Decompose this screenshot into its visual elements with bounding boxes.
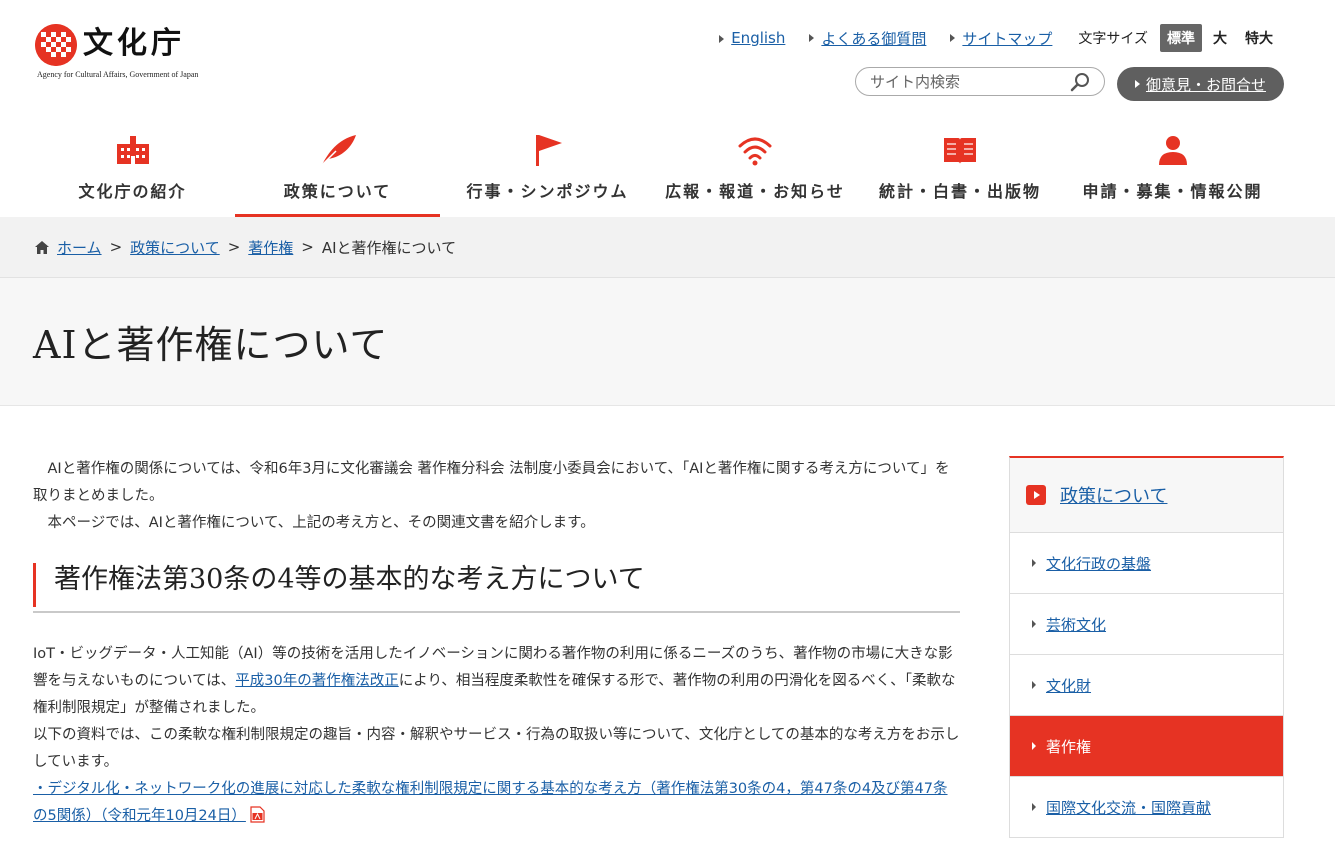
- building-icon: [113, 132, 153, 168]
- font-size-label: 文字サイズ: [1078, 31, 1148, 47]
- home-icon: [35, 240, 49, 254]
- sidebar: 政策について 文化行政の基盤 芸術文化 文化財 著作権 国際文化交流・国際貢献: [1009, 456, 1284, 838]
- page-title: AIと著作権について: [33, 323, 389, 367]
- intro: AIと著作権の関係については、令和6年3月に文化審議会 著作権分科会 法制度小委…: [33, 456, 960, 537]
- sidebar-item-international[interactable]: 国際文化交流・国際貢献: [1010, 777, 1283, 838]
- nav-item-label: 行事・シンポジウム: [466, 182, 629, 201]
- nav-item-events[interactable]: 行事・シンポジウム: [440, 118, 655, 217]
- site-header: 文化庁 Agency for Cultural Affairs, Governm…: [0, 0, 1335, 118]
- flag-icon: [528, 132, 568, 168]
- quill-icon: [318, 132, 358, 168]
- sidebar-item-cultural-properties[interactable]: 文化財: [1010, 655, 1283, 716]
- breadcrumb-separator: >: [227, 238, 241, 256]
- breadcrumb-copyright-link[interactable]: 著作権: [248, 237, 293, 258]
- breadcrumb-current: AIと著作権について: [321, 238, 457, 257]
- nav-item-label: 申請・募集・情報公開: [1082, 182, 1263, 201]
- nav-item-label: 統計・白書・出版物: [878, 182, 1041, 201]
- font-size-switcher: 文字サイズ 標準 大 特大: [1078, 24, 1280, 52]
- sidebar-item-cultural-admin[interactable]: 文化行政の基盤: [1010, 533, 1283, 594]
- person-icon: [1153, 132, 1193, 168]
- faq-link[interactable]: よくある御質問: [809, 28, 926, 49]
- intro-paragraph: 本ページでは、AIと著作権について、上記の考え方と、その関連文書を紹介します。: [47, 515, 595, 531]
- section-divider: [33, 611, 960, 613]
- logo-mark-icon: [35, 24, 77, 66]
- sidebar-item-label[interactable]: 国際文化交流・国際貢献: [1046, 797, 1211, 818]
- search-icon[interactable]: [1070, 72, 1090, 92]
- logo-text: 文化庁: [83, 26, 185, 61]
- sidebar-heading-link[interactable]: 政策について: [1060, 482, 1167, 508]
- nav-item-applications[interactable]: 申請・募集・情報公開: [1065, 118, 1280, 217]
- intro-paragraph: AIと著作権の関係については、令和6年3月に文化審議会 著作権分科会 法制度小委…: [33, 461, 950, 504]
- nav-item-label: 広報・報道・お知らせ: [665, 182, 845, 201]
- nav-item-publications[interactable]: 統計・白書・出版物: [855, 118, 1065, 217]
- sidebar-item-arts[interactable]: 芸術文化: [1010, 594, 1283, 655]
- play-arrow-icon: [1026, 485, 1046, 505]
- contact-button[interactable]: 御意見・お問合せ: [1117, 67, 1284, 101]
- body-paragraph: 以下の資料では、この柔軟な権利制限規定の趣旨・内容・解釈やサービス・行為の取扱い…: [33, 727, 960, 770]
- english-link[interactable]: English: [719, 29, 785, 47]
- nav-item-label: 文化庁の紹介: [78, 182, 187, 201]
- font-size-xlarge-button[interactable]: 特大: [1238, 24, 1280, 52]
- section-body: IoT・ビッグデータ・人工知能（AI）等の技術を活用したイノベーションに関わる著…: [33, 641, 960, 830]
- breadcrumb-separator: >: [301, 238, 314, 256]
- sitemap-link[interactable]: サイトマップ: [950, 28, 1052, 49]
- site-search: [855, 67, 1105, 96]
- utility-links: English よくある御質問 サイトマップ 文字サイズ 標準 大 特大: [719, 24, 1280, 52]
- nav-item-news[interactable]: 広報・報道・お知らせ: [655, 118, 855, 217]
- global-nav: 文化庁の紹介 政策について 行事・シンポジウム 広報・報道・お知らせ 統計・白書…: [0, 118, 1335, 217]
- font-size-large-button[interactable]: 大: [1206, 24, 1234, 52]
- sidebar-header: 政策について: [1010, 458, 1283, 533]
- pdf-icon: [250, 806, 265, 823]
- nav-item-about[interactable]: 文化庁の紹介: [30, 118, 235, 217]
- article: AIと著作権の関係については、令和6年3月に文化審議会 著作権分科会 法制度小委…: [33, 456, 960, 830]
- page-title-band: AIと著作権について: [0, 278, 1335, 406]
- breadcrumb-policy-link[interactable]: 政策について: [130, 237, 220, 258]
- sidebar-item-copyright[interactable]: 著作権: [1010, 716, 1283, 777]
- nav-item-label: 政策について: [283, 182, 392, 201]
- law-amendment-link[interactable]: 平成30年の著作権法改正: [235, 673, 398, 689]
- broadcast-icon: [735, 132, 775, 168]
- sidebar-item-label[interactable]: 芸術文化: [1046, 614, 1106, 635]
- contact-button-label: 御意見・お問合せ: [1145, 75, 1266, 94]
- basic-approach-document-link[interactable]: ・デジタル化・ネットワーク化の進展に対応した柔軟な権利制限規定に関する基本的な考…: [33, 781, 948, 824]
- breadcrumb-home-link[interactable]: ホーム: [57, 237, 102, 258]
- document-link-paragraph: ・デジタル化・ネットワーク化の進展に対応した柔軟な権利制限規定に関する基本的な考…: [33, 776, 960, 830]
- book-icon: [940, 132, 980, 168]
- search-input[interactable]: [856, 68, 1066, 95]
- logo-subtitle: Agency for Cultural Affairs, Government …: [37, 70, 199, 79]
- breadcrumb: ホーム > 政策について > 著作権 > AIと著作権について: [0, 217, 1335, 278]
- sidebar-item-label[interactable]: 文化行政の基盤: [1046, 553, 1151, 574]
- section-heading: 著作権法第30条の4等の基本的な考え方について: [33, 563, 960, 607]
- body-paragraph: IoT・ビッグデータ・人工知能（AI）等の技術を活用したイノベーションに関わる著…: [33, 641, 960, 722]
- breadcrumb-separator: >: [109, 238, 123, 256]
- font-size-standard-button[interactable]: 標準: [1160, 24, 1202, 52]
- site-logo[interactable]: 文化庁 Agency for Cultural Affairs, Governm…: [35, 24, 215, 84]
- nav-item-policy[interactable]: 政策について: [235, 118, 440, 217]
- sidebar-item-label[interactable]: 著作権: [1046, 736, 1091, 757]
- sidebar-item-label[interactable]: 文化財: [1046, 675, 1091, 696]
